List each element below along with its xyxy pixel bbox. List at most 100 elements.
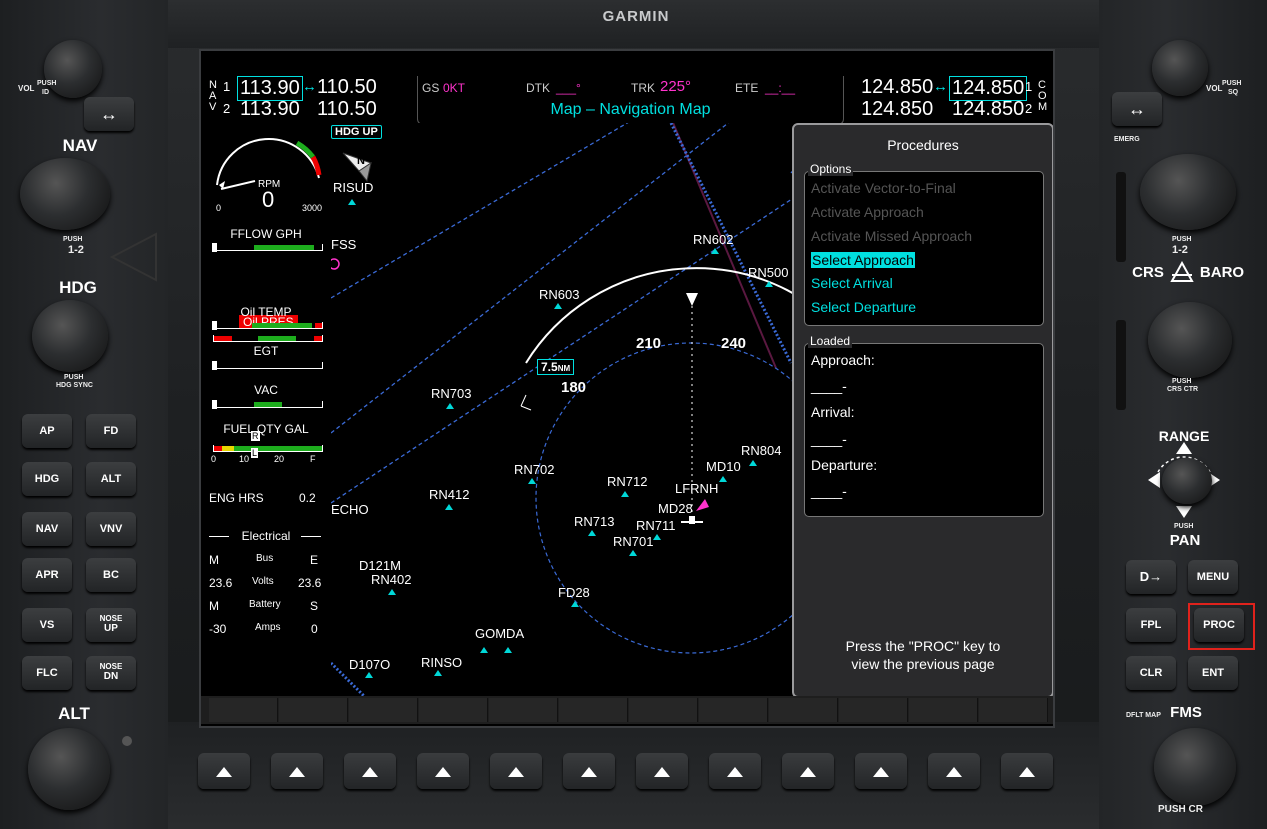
- nose-up-button[interactable]: NOSE UP: [86, 608, 136, 642]
- waypoint-icon: [480, 647, 488, 653]
- fms-knob[interactable]: [1154, 728, 1236, 806]
- procedures-title: Procedures: [887, 137, 959, 153]
- apr-button[interactable]: APR: [22, 558, 72, 592]
- amps-s: 0: [311, 622, 318, 636]
- waypoint-md10[interactable]: MD10: [706, 459, 741, 474]
- waypoint-d121m[interactable]: D121M: [359, 558, 401, 573]
- softkey-button-10[interactable]: [855, 753, 907, 789]
- waypoint-rinso[interactable]: RINSO: [421, 655, 462, 670]
- softkey-button-9[interactable]: [782, 753, 834, 789]
- softkey-button-12[interactable]: [1001, 753, 1053, 789]
- com-swap-button[interactable]: ↔: [1112, 92, 1162, 126]
- alt-button[interactable]: ALT: [86, 462, 136, 496]
- nav-swap-button[interactable]: ↔: [84, 97, 134, 131]
- nose-dn-bottom: DN: [103, 671, 119, 682]
- waypoint-rn713[interactable]: RN713: [574, 514, 614, 529]
- volts-label: Volts: [252, 576, 274, 587]
- loaded-label: Loaded: [808, 334, 853, 348]
- waypoint-icon: [446, 403, 454, 409]
- crs-baro-knob[interactable]: [1148, 302, 1232, 378]
- clr-button[interactable]: CLR: [1126, 656, 1176, 690]
- softkey-button-4[interactable]: [417, 753, 469, 789]
- vnv-button[interactable]: VNV: [86, 512, 136, 546]
- waypoint-rn603[interactable]: RN603: [539, 287, 579, 302]
- waypoint-rn703[interactable]: RN703: [431, 386, 471, 401]
- battery-m: M: [209, 599, 219, 613]
- softkey-button-2[interactable]: [271, 753, 323, 789]
- right-volume-knob[interactable]: [1152, 40, 1208, 96]
- option-select-departure[interactable]: Select Departure: [811, 299, 916, 315]
- nav-button[interactable]: NAV: [22, 512, 72, 546]
- left-volume-knob[interactable]: [44, 40, 102, 98]
- waypoint-icon: [504, 647, 512, 653]
- map-range-indicator[interactable]: 7.5NM: [537, 359, 575, 375]
- up-arrow-icon: [1019, 767, 1035, 777]
- option-select-approach[interactable]: Select Approach: [811, 252, 915, 268]
- softkey-button-8[interactable]: [709, 753, 761, 789]
- ent-button[interactable]: ENT: [1188, 656, 1238, 690]
- softkey-button-5[interactable]: [490, 753, 542, 789]
- softkey-button-1[interactable]: [198, 753, 250, 789]
- nose-dn-button[interactable]: NOSE DN: [86, 656, 136, 690]
- softkey-button-3[interactable]: [344, 753, 396, 789]
- waypoint-rn500[interactable]: RN500: [748, 265, 788, 280]
- hdg-button[interactable]: HDG: [22, 462, 72, 496]
- nav-knob[interactable]: [20, 158, 110, 230]
- fuel-red-band: [214, 446, 222, 451]
- nav-index-1: 1: [223, 79, 231, 94]
- vs-button[interactable]: VS: [22, 608, 72, 642]
- com2-active-frequency[interactable]: 124.850: [952, 98, 1024, 121]
- waypoint-gomda[interactable]: GOMDA: [475, 626, 524, 641]
- fpl-button[interactable]: FPL: [1126, 608, 1176, 642]
- waypoint-fss[interactable]: FSS: [331, 237, 356, 252]
- waypoint-rn702[interactable]: RN702: [514, 462, 554, 477]
- up-arrow-icon: [946, 767, 962, 777]
- bc-button[interactable]: BC: [86, 558, 136, 592]
- ap-button[interactable]: AP: [22, 414, 72, 448]
- direct-to-button[interactable]: D→: [1126, 560, 1176, 594]
- waypoint-echo[interactable]: ECHO: [331, 502, 369, 517]
- waypoint-rn402[interactable]: RN402: [371, 572, 411, 587]
- waypoint-rn701[interactable]: RN701: [613, 534, 653, 549]
- waypoint-rn712[interactable]: RN712: [607, 474, 647, 489]
- fuel-marker-right: R: [251, 431, 260, 441]
- vac-label: VAC: [254, 383, 278, 397]
- waypoint-risud[interactable]: RISUD: [333, 180, 373, 195]
- waypoint-d107o[interactable]: D107O: [349, 657, 390, 672]
- waypoint-rn412[interactable]: RN412: [429, 487, 469, 502]
- fd-button[interactable]: FD: [86, 414, 136, 448]
- baro-label: BARO: [1199, 264, 1245, 281]
- nav2-standby-frequency[interactable]: 110.50: [317, 98, 377, 121]
- waypoint-lfrnh[interactable]: LFRNH: [675, 481, 718, 496]
- nav-index-2: 2: [223, 101, 231, 116]
- nav2-active-frequency[interactable]: 113.90: [240, 98, 300, 121]
- option-activate-missed-approach: Activate Missed Approach: [811, 228, 973, 244]
- waypoint-md28[interactable]: MD28: [658, 501, 693, 516]
- waypoint-fd28[interactable]: FD28: [558, 585, 590, 600]
- option-select-arrival[interactable]: Select Arrival: [811, 275, 893, 291]
- waypoint-rn602[interactable]: RN602: [693, 232, 733, 247]
- map-orientation-label[interactable]: HDG UP: [331, 125, 382, 139]
- softkey-button-7[interactable]: [636, 753, 688, 789]
- procedures-footer-hint: Press the "PROC" key to view the previou…: [794, 637, 1052, 673]
- menu-button[interactable]: MENU: [1188, 560, 1238, 594]
- waypoint-rn804[interactable]: RN804: [741, 443, 781, 458]
- softkey-button-6[interactable]: [563, 753, 615, 789]
- range-knob[interactable]: [1162, 458, 1212, 504]
- com2-standby-frequency[interactable]: 124.850: [861, 98, 933, 121]
- electrical-title: Electrical: [241, 529, 291, 543]
- softkey-label-11: [909, 698, 978, 722]
- com-knob[interactable]: [1140, 154, 1236, 230]
- nav1-standby-frequency[interactable]: 110.50: [317, 76, 377, 99]
- com1-standby-frequency[interactable]: 124.850: [861, 76, 933, 99]
- rpm-value: 0: [262, 187, 275, 212]
- softkey-button-11[interactable]: [928, 753, 980, 789]
- hdg-knob[interactable]: [32, 300, 108, 372]
- loaded-arrival-value: ____-: [811, 431, 847, 447]
- alt-knob-label: ALT: [58, 704, 90, 723]
- indicator-light: [122, 736, 132, 746]
- flc-button[interactable]: FLC: [22, 656, 72, 690]
- gs-label: GS: [422, 81, 440, 95]
- waypoint-rn711[interactable]: RN711: [636, 518, 676, 533]
- alt-knob[interactable]: [28, 728, 110, 810]
